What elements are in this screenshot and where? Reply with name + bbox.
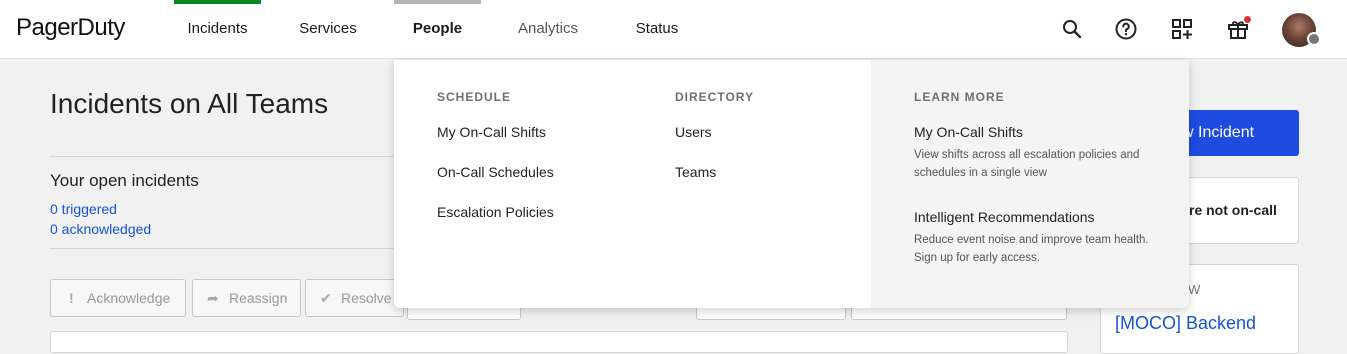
menu-item-oncall-schedules[interactable]: On-Call Schedules <box>437 164 554 180</box>
service-link[interactable]: [MOCO] Backend <box>1115 313 1256 334</box>
open-incidents-title: Your open incidents <box>50 171 199 190</box>
learn-more-oncall-shifts-desc: View shifts across all escalation polici… <box>914 149 1140 179</box>
divider <box>50 156 394 157</box>
resolve-button[interactable]: ✔ Resolve <box>305 279 404 317</box>
help-icon[interactable] <box>1114 17 1138 41</box>
exclamation-icon: ! <box>69 290 74 306</box>
page-title: Incidents on All Teams <box>50 88 329 119</box>
top-navigation: PagerDuty Incidents Services People Anal… <box>0 0 1347 59</box>
share-icon: ➦ <box>207 290 219 306</box>
nav-analytics-label: Analytics <box>517 20 579 37</box>
new-incident-label: w Incident <box>1182 124 1255 141</box>
schedule-heading: SCHEDULE <box>437 90 512 104</box>
active-tab-indicator <box>174 0 261 4</box>
nav-people-label: People <box>412 20 463 37</box>
nav-analytics[interactable]: Analytics <box>505 0 591 58</box>
reassign-button[interactable]: ➦ Reassign <box>192 279 301 317</box>
nav-services[interactable]: Services <box>288 0 368 58</box>
nav-status[interactable]: Status <box>625 0 689 58</box>
nav-incidents[interactable]: Incidents <box>174 0 261 58</box>
apps-add-icon[interactable] <box>1170 17 1194 41</box>
learn-more-oncall-shifts[interactable]: My On-Call Shifts <box>914 124 1023 140</box>
acknowledge-button[interactable]: ! Acknowledge <box>50 279 186 317</box>
learn-more-intelligent-recommendations[interactable]: Intelligent Recommendations <box>914 209 1095 225</box>
search-icon[interactable] <box>1060 17 1084 41</box>
notification-dot <box>1244 16 1251 23</box>
nav-services-label: Services <box>299 20 357 37</box>
directory-heading: DIRECTORY <box>675 90 755 104</box>
acknowledge-label: Acknowledge <box>87 290 171 306</box>
triggered-link[interactable]: 0 triggered <box>50 201 117 217</box>
menu-item-users[interactable]: Users <box>675 124 712 140</box>
menu-item-teams[interactable]: Teams <box>675 164 716 180</box>
people-dropdown-menu: SCHEDULE My On-Call Shifts On-Call Sched… <box>394 60 1189 308</box>
check-icon: ✔ <box>320 290 332 306</box>
resolve-label: Resolve <box>341 290 392 306</box>
divider <box>50 248 394 249</box>
oncall-status-text: re not on-call <box>1189 202 1277 218</box>
open-tab-indicator <box>394 0 481 4</box>
status-dot-icon <box>1307 32 1321 46</box>
nav-people[interactable]: People <box>394 0 481 58</box>
acknowledged-link[interactable]: 0 acknowledged <box>50 221 151 237</box>
nav-incidents-label: Incidents <box>187 20 248 37</box>
learn-more-heading: LEARN MORE <box>914 90 1005 104</box>
menu-item-my-oncall-shifts[interactable]: My On-Call Shifts <box>437 124 546 140</box>
pagerduty-logo[interactable]: PagerDuty <box>16 14 125 42</box>
reassign-label: Reassign <box>229 290 288 306</box>
learn-more-intelligent-recommendations-desc: Reduce event noise and improve team heal… <box>914 234 1149 264</box>
section-label: W <box>1188 282 1202 297</box>
nav-status-label: Status <box>635 20 679 37</box>
menu-item-escalation-policies[interactable]: Escalation Policies <box>437 204 554 220</box>
incident-list-panel <box>50 331 1068 353</box>
